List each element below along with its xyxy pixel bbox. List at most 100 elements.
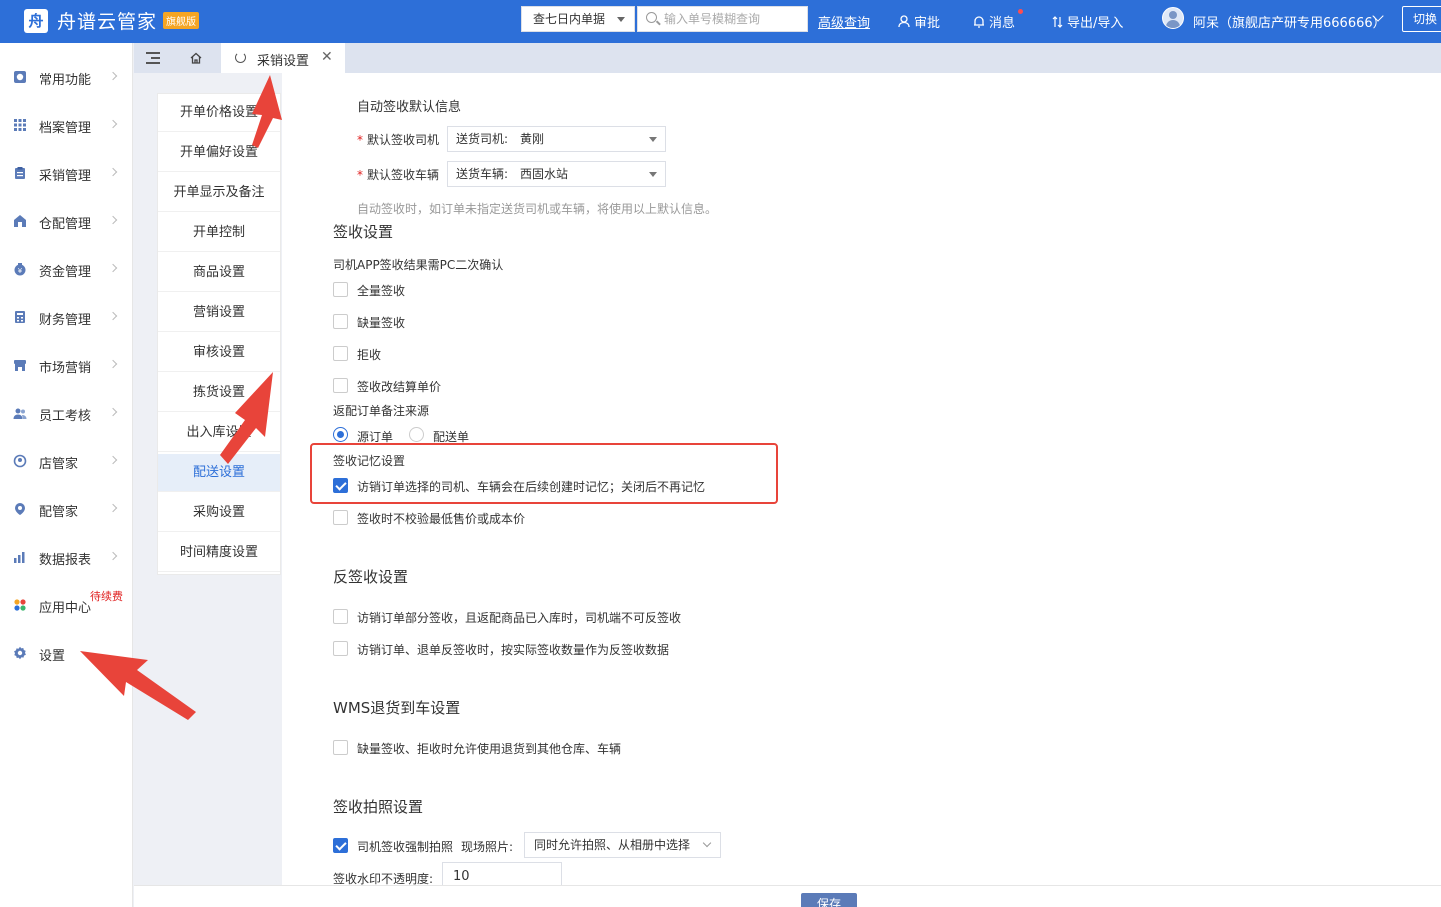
import-export-button[interactable]: 导出/导入 (1052, 12, 1123, 31)
sidebar-item-label: 常用功能 (39, 73, 92, 88)
sidebar-item-label: 仓配管理 (39, 217, 92, 232)
change-price-checkbox[interactable] (333, 378, 348, 393)
reverse-opt2-checkbox[interactable] (333, 641, 348, 656)
submenu-item[interactable]: 营销设置 (158, 294, 280, 332)
sidebar-item-archives[interactable]: 档案管理 (0, 110, 133, 140)
user-name[interactable]: 阿呆（旗舰店产研专用666666） (1193, 12, 1386, 31)
required-mark: * (357, 168, 363, 182)
sidebar-item-finance[interactable]: 财务管理 (0, 302, 133, 332)
default-vehicle-value: 送货车辆: 西固水站 (456, 167, 569, 181)
short-sign-checkbox[interactable] (333, 314, 348, 329)
submenu-item-active[interactable]: 配送设置 (158, 454, 280, 492)
submenu-item[interactable]: 出入库设置 (158, 414, 280, 452)
sidebar-item-settings[interactable]: 设置 (0, 638, 133, 668)
chevron-right-icon (108, 311, 118, 321)
order-search-box[interactable] (637, 6, 808, 32)
photo-source-value: 同时允许拍照、从相册中选择 (534, 838, 691, 852)
sidebar-item-label: 应用中心 (39, 601, 92, 616)
logo-mark-icon: 舟 (24, 8, 48, 33)
sidebar-item-label: 员工考核 (39, 409, 92, 424)
caret-down-icon (649, 137, 657, 142)
delivery-order-radio[interactable] (409, 427, 424, 442)
reverse-opt1-checkbox[interactable] (333, 609, 348, 624)
save-button[interactable]: 保存 (801, 893, 857, 907)
calculator-icon (15, 311, 25, 323)
order-search-input[interactable] (664, 7, 804, 31)
chevron-right-icon (108, 167, 118, 177)
driver-app-confirm-title: 司机APP签收结果需PC二次确认 (333, 258, 504, 272)
full-sign-checkbox[interactable] (333, 282, 348, 297)
user-avatar[interactable] (1162, 7, 1184, 29)
footer-bar (134, 885, 1441, 907)
svg-text:¥: ¥ (18, 267, 23, 275)
sidebar-item-staff-review[interactable]: 员工考核 (0, 398, 133, 428)
app-logo[interactable]: 舟 舟谱云管家 旗舰版 (24, 7, 200, 34)
switch-button[interactable]: 切换 (1402, 6, 1441, 32)
sidebar-item-reports[interactable]: 数据报表 (0, 542, 133, 572)
sidebar-item-delivery-assistant[interactable]: 配管家 (0, 494, 133, 524)
submenu-item[interactable]: 开单控制 (158, 214, 280, 252)
default-vehicle-text: 默认签收车辆 (367, 168, 440, 182)
clipboard-icon (15, 167, 25, 179)
approval-label: 审批 (914, 16, 941, 31)
source-order-radio[interactable] (333, 427, 348, 442)
reject-checkbox[interactable] (333, 346, 348, 361)
sidebar-item-common[interactable]: 常用功能 (0, 62, 133, 92)
refresh-icon[interactable] (235, 52, 246, 63)
tab-sales-settings[interactable]: 采销设置 ✕ (221, 43, 345, 73)
approval-button[interactable]: 审批 (898, 12, 940, 31)
app-name: 舟谱云管家 (57, 11, 158, 33)
submenu-item[interactable]: 开单偏好设置 (158, 134, 280, 172)
submenu-item[interactable]: 时间精度设置 (158, 534, 280, 572)
wms-opt1-checkbox[interactable] (333, 740, 348, 755)
submenu-item[interactable]: 开单显示及备注 (158, 174, 280, 212)
date-range-select[interactable]: 查七日内单据 (521, 6, 635, 32)
tab-label: 采销设置 (257, 54, 310, 69)
chevron-right-icon (108, 455, 118, 465)
reverse-sign-heading: 反签收设置 (333, 568, 409, 586)
menu-collapse-icon[interactable] (146, 52, 160, 64)
default-driver-label: * 默认签收司机 (357, 131, 439, 148)
default-vehicle-select[interactable]: 送货车辆: 西固水站 (447, 161, 666, 187)
chevron-right-icon (108, 71, 118, 81)
sidebar-item-label: 配管家 (39, 505, 79, 520)
default-driver-select[interactable]: 送货司机: 黄刚 (447, 126, 666, 152)
chevron-down-icon (702, 838, 712, 848)
grid-icon (14, 119, 26, 131)
delivery-order-label: 配送单 (433, 430, 470, 444)
close-icon[interactable]: ✕ (321, 49, 333, 65)
photo-source-select[interactable]: 同时允许拍照、从相册中选择 (524, 832, 721, 858)
sidebar-item-label: 数据报表 (39, 553, 92, 568)
messages-label: 消息 (989, 16, 1016, 31)
submenu-item[interactable]: 采购设置 (158, 494, 280, 532)
sidebar-item-warehouse[interactable]: 仓配管理 (0, 206, 133, 236)
sign-settings-heading: 签收设置 (333, 223, 394, 241)
unread-dot (1018, 9, 1023, 14)
sign-memory-checkbox[interactable] (333, 478, 348, 493)
sidebar-item-store-assistant[interactable]: 店管家 (0, 446, 133, 476)
chevron-right-icon (108, 503, 118, 513)
sidebar-item-marketing[interactable]: 市场营销 (0, 350, 133, 380)
advanced-query-link[interactable]: 高级查询 (818, 12, 870, 31)
skip-price-check-checkbox[interactable] (333, 510, 348, 525)
submenu-item[interactable]: 拣货设置 (158, 374, 280, 412)
reverse-opt2-label: 访销订单、退单反签收时，按实际签收数量作为反签收数据 (357, 643, 670, 657)
messages-button[interactable]: 消息 (973, 12, 1015, 31)
chevron-right-icon (108, 551, 118, 561)
submenu-item[interactable]: 开单价格设置 (158, 94, 280, 132)
sidebar-item-purchase-sales[interactable]: 采销管理 (0, 158, 133, 188)
sidebar-item-label: 采销管理 (39, 169, 92, 184)
shop-assistant-icon (13, 454, 27, 468)
caret-down-icon (649, 172, 657, 177)
clock-icon (14, 71, 26, 83)
sidebar: 常用功能 档案管理 采销管理 仓配管理 ¥ 资金管理 财务管理 市场营销 员工考… (0, 43, 133, 907)
submenu-item[interactable]: 商品设置 (158, 254, 280, 292)
date-range-value: 查七日内单据 (533, 12, 606, 26)
photo-force-checkbox[interactable] (333, 838, 348, 853)
default-driver-value: 送货司机: 黄刚 (456, 132, 545, 146)
submenu-item[interactable]: 审核设置 (158, 334, 280, 372)
photo-force-label: 司机签收强制拍照 (357, 840, 454, 854)
chevron-right-icon (108, 263, 118, 273)
sidebar-item-funds[interactable]: ¥ 资金管理 (0, 254, 133, 284)
home-icon[interactable] (190, 52, 202, 64)
